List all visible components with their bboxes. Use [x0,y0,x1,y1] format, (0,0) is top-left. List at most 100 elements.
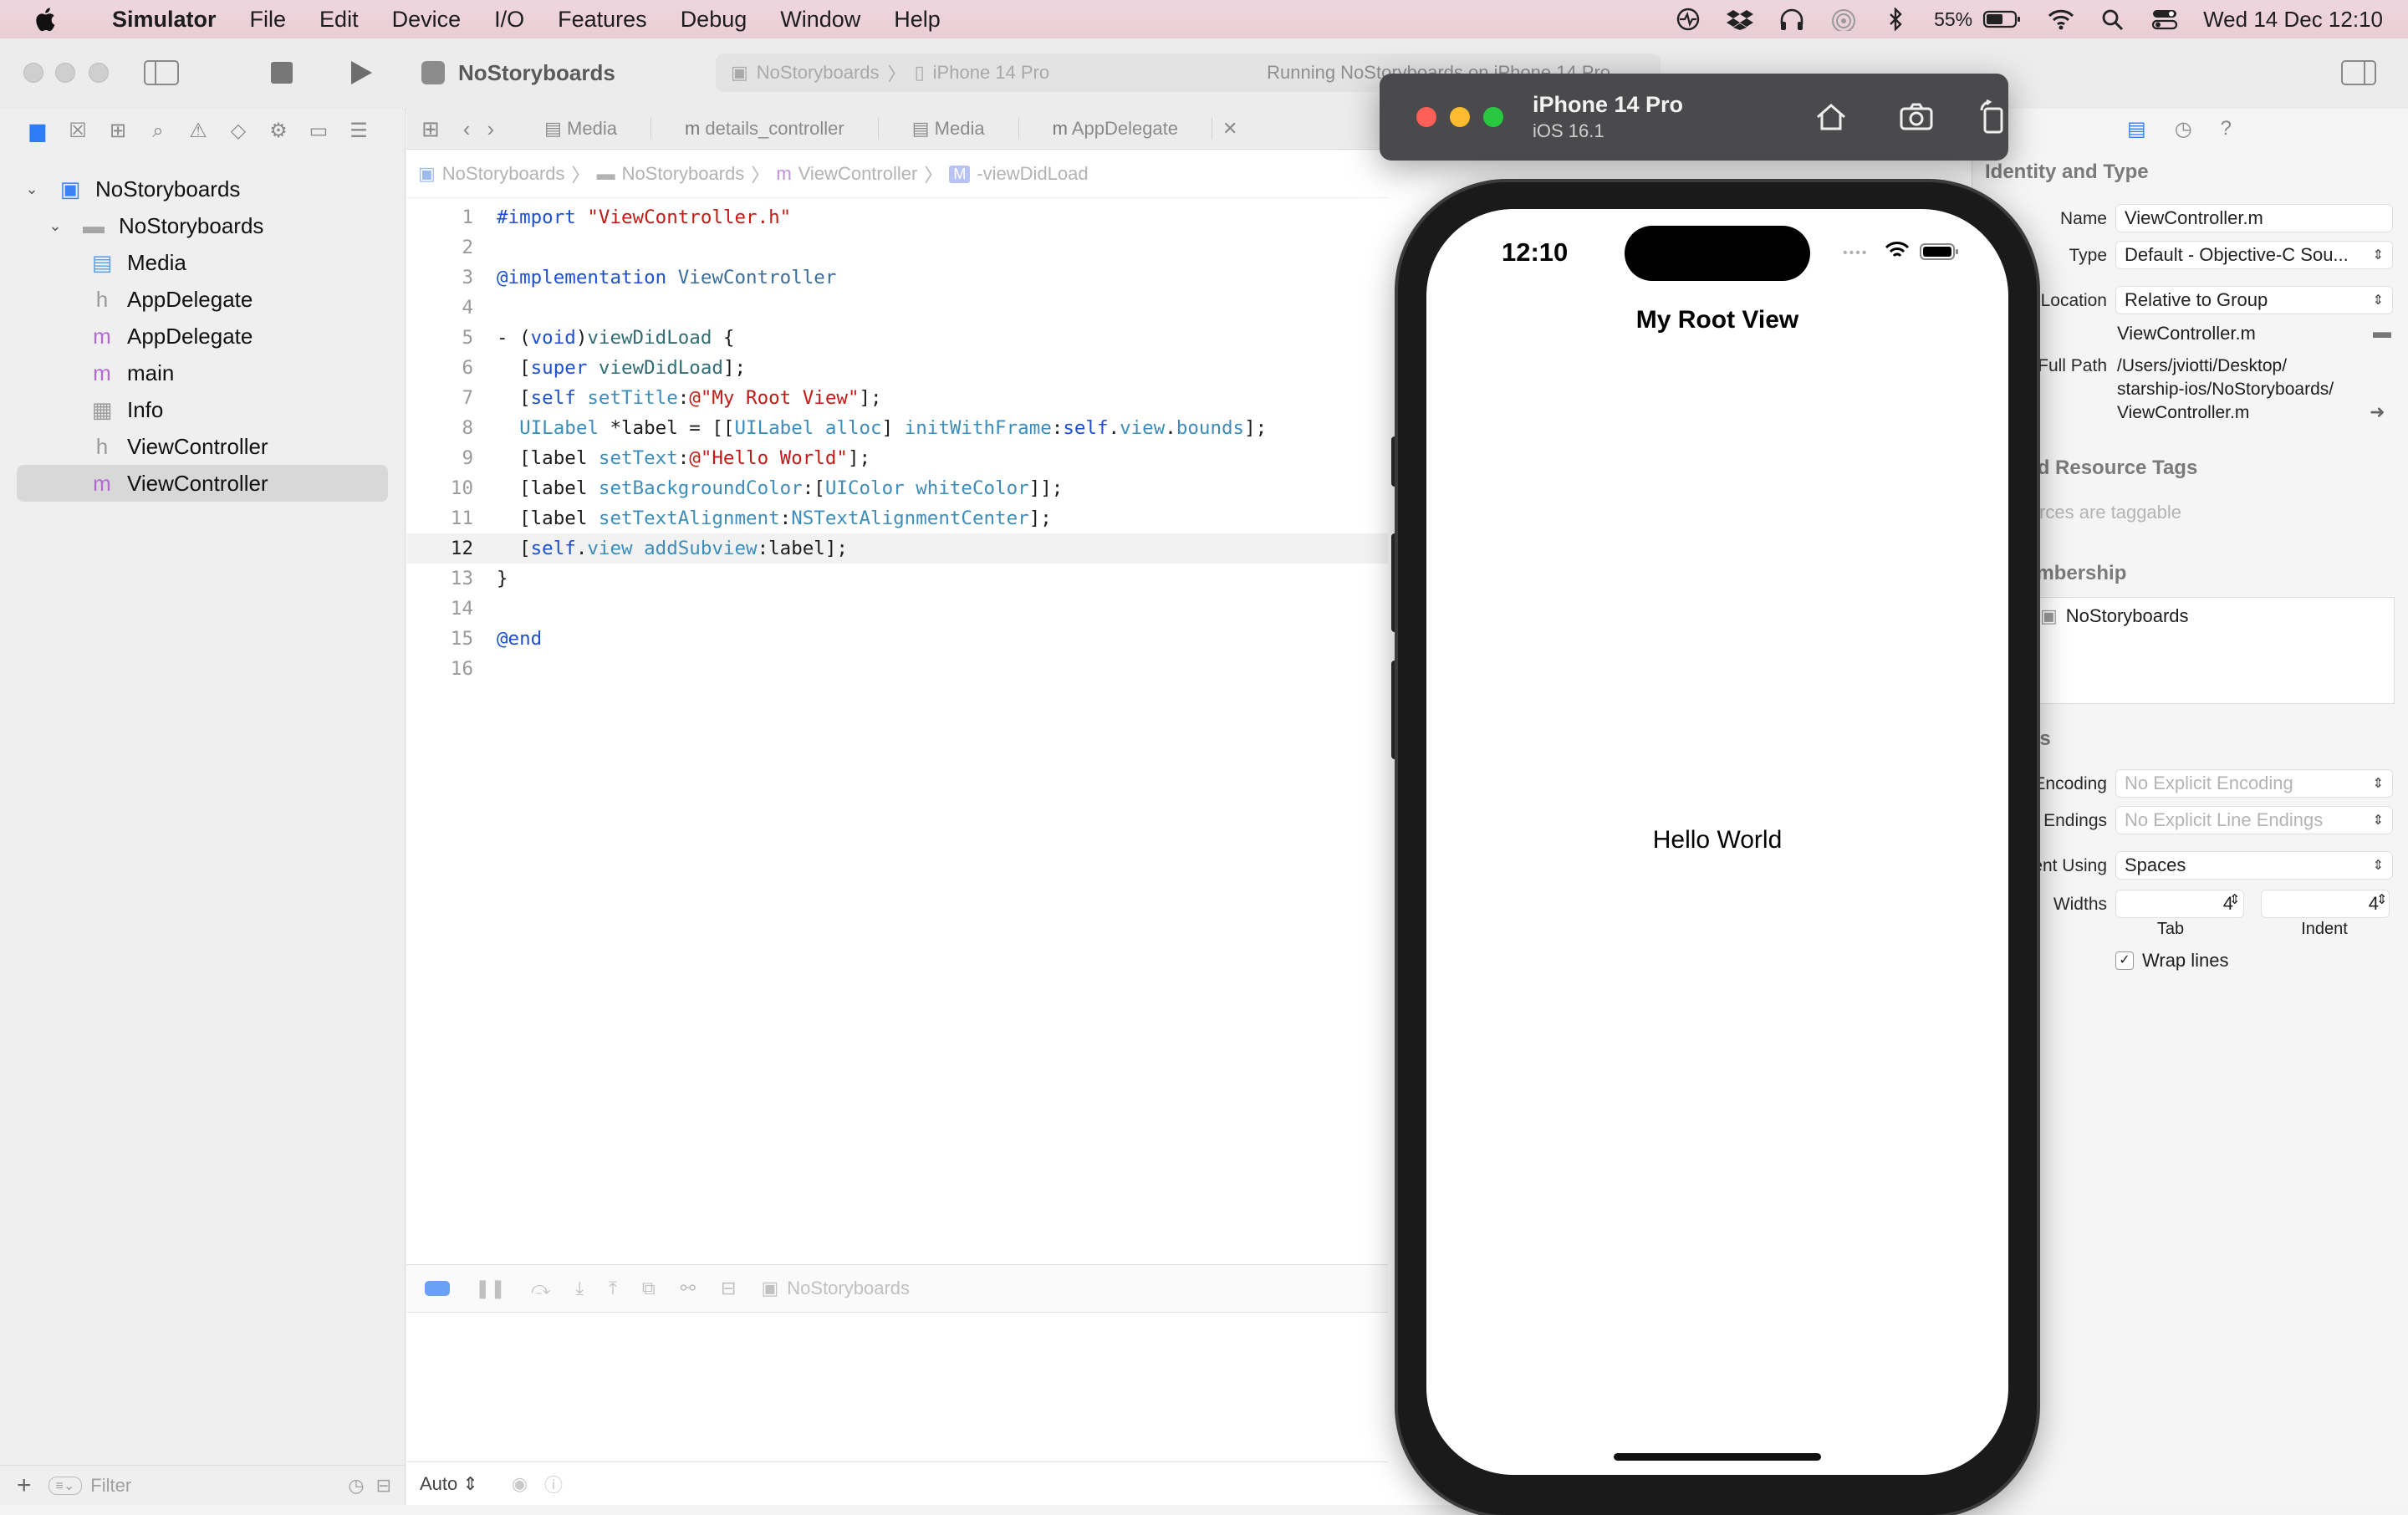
step-into-icon[interactable]: ⤓ [575,1278,584,1299]
history-inspector-icon[interactable]: ◷ [2175,117,2192,141]
type-popup[interactable]: Default - Objective-C Sou... ⇕ [2115,241,2393,269]
forward-arrow-icon[interactable]: › [478,116,511,142]
tab-width-stepper[interactable]: ⇕ [2229,891,2240,908]
tab-width-field[interactable]: 4 [2115,890,2244,918]
code-line[interactable]: 5 - (void)viewDidLoad { [406,323,1388,353]
folder-icon[interactable]: ▆ [25,119,50,144]
action-button[interactable] [1391,436,1398,487]
symbol-navigator-icon[interactable]: ⊞ [105,119,130,144]
tree-file-appdelegate-m[interactable]: m AppDelegate [89,319,253,353]
run-button[interactable] [349,60,373,85]
info-icon[interactable]: ⓘ [544,1471,563,1497]
close-tab-icon[interactable]: ✕ [1212,118,1247,140]
environment-overrides-icon[interactable]: ⊟ [721,1278,736,1299]
menu-debug[interactable]: Debug [664,7,764,33]
disclosure-open-icon[interactable]: ⌄ [42,217,69,235]
indent-using-popup[interactable]: Spaces ⇕ [2115,851,2393,880]
name-field[interactable]: ViewController.m [2115,204,2393,232]
dropbox-icon[interactable] [1727,8,1754,31]
sim-minimize-button[interactable] [1450,107,1470,127]
control-center-icon[interactable] [2151,8,2178,31]
home-icon[interactable] [1813,99,1849,135]
menu-file[interactable]: File [233,7,304,33]
step-over-icon[interactable]: ⤼ [531,1278,551,1299]
checkmark-icon[interactable]: ✓ [2115,951,2134,970]
jumpbar-file[interactable]: ViewController [798,163,918,185]
debug-navigator-icon[interactable]: ⚙ [266,119,291,144]
add-file-button[interactable]: + [17,1472,32,1500]
wifi-icon[interactable] [2048,8,2074,31]
jumpbar-project[interactable]: NoStoryboards [442,163,565,185]
menu-features[interactable]: Features [541,7,664,33]
filter-input[interactable]: Filter [90,1475,131,1497]
encoding-popup[interactable]: No Explicit Encoding ⇕ [2115,769,2393,798]
line-endings-popup[interactable]: No Explicit Line Endings ⇕ [2115,806,2393,834]
reveal-in-finder-icon[interactable]: ➜ [2370,401,2385,423]
menu-help[interactable]: Help [877,7,957,33]
menu-edit[interactable]: Edit [303,7,375,33]
quick-help-icon[interactable]: ? [2221,117,2232,141]
indent-width-field[interactable]: 4 [2261,890,2390,918]
scm-filter-icon[interactable]: ⊟ [376,1475,391,1497]
tree-file-viewcontroller-m[interactable]: m ViewController [89,467,268,500]
sim-zoom-button[interactable] [1483,107,1503,127]
tree-file-media[interactable]: ▤ Media [89,246,186,279]
code-line[interactable]: 8 UILabel *label = [[UILabel alloc] init… [406,413,1388,443]
airdrop-icon[interactable] [1830,8,1857,31]
rotate-icon[interactable] [1975,99,2012,135]
tab-details-controller[interactable]: m details_controller [651,118,879,140]
home-indicator[interactable] [1614,1453,1821,1461]
headphones-icon[interactable] [1778,8,1805,31]
close-window-button[interactable] [23,63,43,83]
menu-io[interactable]: I/O [477,7,541,33]
jumpbar-group[interactable]: NoStoryboards [622,163,745,185]
sim-close-button[interactable] [1416,107,1436,127]
code-area[interactable]: 1 #import "ViewController.h" 2 3 @implemen… [406,202,1388,684]
code-line[interactable]: 15 @end [406,624,1388,654]
code-line[interactable]: 1 #import "ViewController.h" [406,202,1388,232]
view-debugger-icon[interactable]: ⧉ [642,1278,656,1299]
code-line[interactable]: 3 @implementation ViewController [406,263,1388,293]
folder-icon[interactable]: ▬ [2373,321,2391,343]
tab-media[interactable]: ▤ Media [511,118,651,140]
stop-button[interactable] [271,62,293,84]
code-line-current[interactable]: 12 [self.view addSubview:label]; [406,533,1388,564]
bluetooth-icon[interactable] [1882,8,1909,31]
report-navigator-icon[interactable]: ☰ [346,119,371,144]
jumpbar-method[interactable]: -viewDidLoad [977,163,1088,185]
code-line[interactable]: 11 [label setTextAlignment:NSTextAlignme… [406,503,1388,533]
step-out-icon[interactable]: ⤒ [609,1278,617,1299]
file-inspector-icon[interactable]: ▤ [2127,117,2146,141]
disclosure-open-icon[interactable]: ⌄ [18,181,45,198]
tree-file-appdelegate-h[interactable]: h AppDelegate [89,283,253,316]
tab-overview-icon[interactable]: ⊞ [406,116,455,142]
tab-media-2[interactable]: ▤ Media [879,118,1019,140]
breakpoints-toggle-icon[interactable] [425,1281,450,1296]
tree-project-root[interactable]: ⌄ ▣ NoStoryboards [18,172,240,206]
auto-popup[interactable]: Auto ⇕ [420,1473,478,1495]
menu-device[interactable]: Device [375,7,478,33]
tree-group[interactable]: ⌄ ▬ NoStoryboards [42,209,263,242]
pause-icon[interactable]: ❚❚ [475,1278,506,1299]
code-line[interactable]: 9 [label setText:@"Hello World"]; [406,443,1388,473]
tree-file-info[interactable]: ▦ Info [89,393,164,426]
sidebar-toggle-icon[interactable] [144,60,179,85]
volume-down-button[interactable] [1391,661,1398,759]
code-line[interactable]: 4 [406,293,1388,323]
activity-monitor-icon[interactable] [1675,8,1701,31]
minimize-window-button[interactable] [55,63,75,83]
destination-name[interactable]: iPhone 14 Pro [933,62,1049,84]
code-line[interactable]: 6 [super viewDidLoad]; [406,353,1388,383]
menu-window[interactable]: Window [763,7,877,33]
test-navigator-icon[interactable]: ◇ [226,119,251,144]
recent-files-icon[interactable]: ◷ [348,1475,364,1497]
apple-logo-icon[interactable] [32,6,57,33]
wrap-lines-checkbox[interactable]: ✓ Wrap lines [2115,950,2229,972]
screenshot-camera-icon[interactable] [1898,99,1935,135]
issue-navigator-icon[interactable]: ⚠ [186,119,211,144]
code-line[interactable]: 13} [406,564,1388,594]
tree-file-main[interactable]: m main [89,356,174,390]
tree-file-viewcontroller-h[interactable]: h ViewController [89,430,268,463]
spotlight-search-icon[interactable] [2099,8,2126,31]
filter-options-icon[interactable]: ≡⌄ [48,1477,83,1495]
